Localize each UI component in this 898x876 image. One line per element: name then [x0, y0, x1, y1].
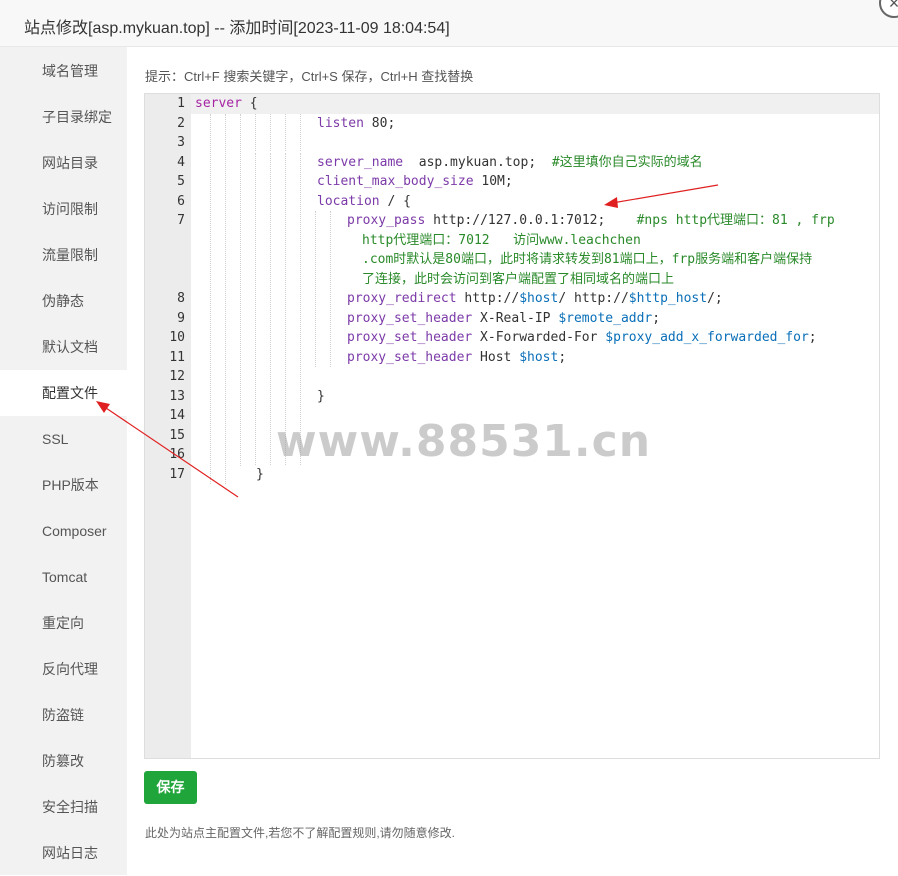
code-variable: $remote_addr: [558, 310, 653, 326]
code-text: http://127.0.0.1:7012;: [425, 213, 637, 228]
directive: proxy_set_header: [347, 310, 473, 326]
code-line: 9 proxy_set_header X-Real-IP $remote_add…: [145, 309, 879, 329]
code-line: 10 proxy_set_header X-Forwarded-For $pro…: [145, 328, 879, 348]
sidebar-item-php-version[interactable]: PHP版本: [0, 462, 127, 508]
directive: proxy_set_header: [347, 330, 473, 345]
line-number: 7: [177, 213, 185, 228]
code-text: ;: [808, 330, 817, 345]
line-number: 2: [177, 115, 185, 131]
line-number: 6: [177, 193, 185, 209]
code-comment: #这里填你自己实际的域名: [551, 154, 703, 170]
server-keyword: server: [195, 96, 242, 111]
code-variable: $host: [519, 349, 559, 365]
code-text: asp.mykuan.top;: [403, 154, 552, 170]
code-text: Host: [472, 349, 520, 365]
sidebar-item-traffic-limit[interactable]: 流量限制: [0, 232, 127, 278]
line-number: 9: [177, 310, 185, 326]
save-button[interactable]: 保存: [144, 771, 197, 804]
code-line: 1 server {: [145, 94, 879, 114]
line-number: 16: [169, 447, 185, 462]
code-variable: $host: [519, 291, 559, 306]
config-warning-note: 此处为站点主配置文件,若您不了解配置规则,请勿随意修改.: [145, 826, 456, 840]
code-text: 80;: [363, 115, 396, 131]
directive: proxy_redirect: [347, 291, 457, 306]
code-line: 3: [145, 133, 879, 153]
code-text: }: [256, 466, 264, 482]
code-line: 5 client_max_body_size 10M;: [145, 172, 879, 192]
code-line: 6 location / {: [145, 192, 879, 212]
code-comment-wrap: http代理端口：7012 访问www.leachchen: [362, 232, 641, 248]
code-text: ;: [652, 310, 661, 326]
sidebar-item-access-limit[interactable]: 访问限制: [0, 186, 127, 232]
sidebar-item-tomcat[interactable]: Tomcat: [0, 554, 127, 600]
code-line: 4 server_name asp.mykuan.top; #这里填你自己实际的…: [145, 153, 879, 173]
close-icon: ×: [888, 0, 898, 13]
sidebar-item-reverse-proxy[interactable]: 反向代理: [0, 646, 127, 692]
line-number: 1: [177, 96, 185, 111]
directive: proxy_pass: [347, 213, 426, 228]
directive: proxy_set_header: [347, 349, 473, 365]
code-text: /;: [707, 291, 723, 306]
line-number: 11: [169, 349, 185, 365]
code-text: X-Real-IP: [472, 310, 559, 326]
code-text: ;: [558, 349, 567, 365]
code-line: 13 }: [145, 387, 879, 407]
dialog-titlebar: 站点修改[asp.mykuan.top] -- 添加时间[2023-11-09 …: [0, 0, 898, 47]
code-text: / {: [379, 193, 411, 209]
sidebar-item-redirect[interactable]: 重定向: [0, 600, 127, 646]
line-number: 3: [177, 135, 185, 150]
sidebar-item-hotlink[interactable]: 防盗链: [0, 692, 127, 738]
code-line: 8 proxy_redirect http://$host/ http://$h…: [145, 289, 879, 309]
editor-hint: 提示：Ctrl+F 搜索关键字，Ctrl+S 保存，Ctrl+H 查找替换: [145, 69, 474, 84]
directive: location: [317, 193, 380, 209]
code-variable: $http_host: [628, 291, 708, 306]
line-number: 14: [169, 408, 185, 423]
sidebar-item-composer[interactable]: Composer: [0, 508, 127, 554]
line-number: 13: [169, 388, 185, 404]
code-text: X-Forwarded-For: [472, 330, 606, 345]
line-number: 10: [169, 330, 185, 345]
line-number: 17: [169, 466, 185, 482]
sidebar-item-subdir-bind[interactable]: 子目录绑定: [0, 94, 127, 140]
directive: listen: [317, 115, 364, 131]
sidebar-item-ssl[interactable]: SSL: [0, 416, 127, 462]
code-text: http://: [456, 291, 520, 306]
line-number: 4: [177, 154, 185, 170]
sidebar-item-site-dir[interactable]: 网站目录: [0, 140, 127, 186]
code-line: 17 }: [145, 465, 879, 485]
sidebar-item-security-scan[interactable]: 安全扫描: [0, 784, 127, 830]
code-text: {: [241, 96, 258, 111]
code-text: 10M;: [473, 174, 513, 189]
sidebar-item-default-doc[interactable]: 默认文档: [0, 324, 127, 370]
code-text: }: [317, 388, 325, 404]
watermark: www.88531.cn: [276, 416, 652, 467]
code-comment: #nps http代理端口：81 , frp: [636, 213, 835, 228]
code-comment-wrap: 了连接，此时会访问到客户端配置了相同域名的端口上: [362, 271, 675, 287]
code-line: 12: [145, 367, 879, 387]
code-line: 2 listen 80;: [145, 114, 879, 134]
code-line: 11 proxy_set_header Host $host;: [145, 348, 879, 368]
line-number: 12: [169, 369, 185, 384]
directive: server_name: [317, 154, 404, 170]
sidebar-item-tamper-proof[interactable]: 防篡改: [0, 738, 127, 784]
dialog-title: 站点修改[asp.mykuan.top] -- 添加时间[2023-11-09 …: [24, 20, 450, 37]
code-variable: $proxy_add_x_forwarded_for: [605, 330, 809, 345]
line-number: 5: [177, 174, 185, 189]
sidebar: 域名管理 子目录绑定 网站目录 访问限制 流量限制 伪静态 默认文档 配置文件 …: [0, 47, 127, 875]
directive: client_max_body_size: [317, 174, 474, 189]
line-number: 15: [169, 427, 185, 443]
sidebar-item-rewrite[interactable]: 伪静态: [0, 278, 127, 324]
line-number: 8: [177, 291, 185, 306]
sidebar-item-site-log[interactable]: 网站日志: [0, 830, 127, 876]
code-line: 7 proxy_pass http://127.0.0.1:7012; #nps…: [145, 211, 879, 231]
sidebar-item-config-file[interactable]: 配置文件: [0, 370, 127, 416]
code-comment-wrap: .com时默认是80端口，此时将请求转发到81端口上，frp服务端和客户端保持: [362, 252, 813, 267]
sidebar-item-domain[interactable]: 域名管理: [0, 48, 127, 94]
code-text: / http://: [558, 291, 629, 306]
